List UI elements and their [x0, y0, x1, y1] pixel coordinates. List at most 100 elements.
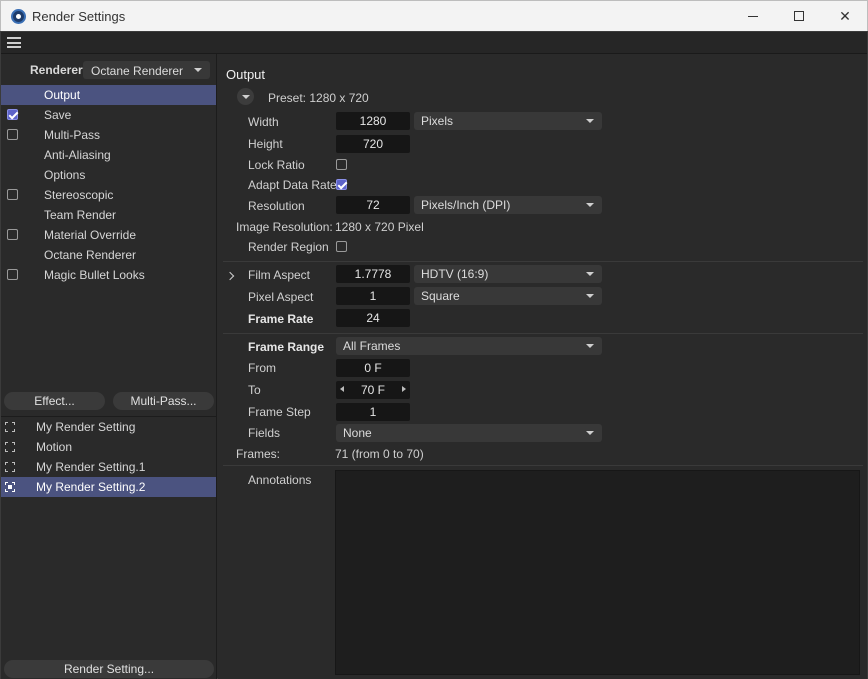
to-input[interactable]: 70 F — [336, 381, 410, 399]
nav-item-label: Octane Renderer — [44, 248, 137, 262]
image-resolution-value: 1280 x 720 Pixel — [335, 220, 424, 234]
frames-value: 71 (from 0 to 70) — [335, 447, 424, 461]
render-setting-item[interactable]: My Render Setting — [1, 417, 216, 437]
chevron-down-icon — [586, 344, 594, 348]
film-aspect-preset: HDTV (16:9) — [421, 267, 489, 281]
minimize-icon — [748, 15, 758, 17]
nav-item-octane-renderer[interactable]: Octane Renderer — [1, 245, 216, 265]
width-label: Width — [248, 115, 279, 129]
height-input[interactable]: 720 — [336, 135, 410, 153]
to-label: To — [248, 383, 261, 397]
close-button[interactable]: ✕ — [822, 1, 868, 31]
adapt-data-rate-checkbox[interactable] — [336, 179, 347, 190]
render-region-checkbox[interactable] — [336, 241, 347, 252]
minimize-button[interactable] — [730, 1, 776, 31]
render-setting-item[interactable]: My Render Setting.1 — [1, 457, 216, 477]
nav-item-multi-pass[interactable]: Multi-Pass — [1, 125, 216, 145]
left-panel: Renderer Octane Renderer Output Save Multi… — [1, 54, 217, 679]
frame-step-label: Frame Step — [248, 405, 311, 419]
chevron-down-icon — [586, 119, 594, 123]
section-title: Output — [226, 67, 266, 82]
fields-label: Fields — [248, 426, 281, 440]
render-region-label: Render Region — [248, 240, 329, 254]
nav-checkbox[interactable] — [7, 129, 18, 140]
hamburger-menu-icon[interactable] — [7, 37, 21, 48]
nav-item-label: Team Render — [44, 208, 117, 222]
multi-pass-button[interactable]: Multi-Pass... — [113, 392, 214, 410]
title-bar: Render Settings ✕ — [0, 0, 868, 31]
frame-range-label: Frame Range — [248, 340, 325, 354]
window-title: Render Settings — [32, 9, 126, 24]
renderer-label: Renderer — [30, 63, 83, 77]
nav-checkbox[interactable] — [7, 189, 18, 200]
divider — [223, 465, 863, 466]
render-setting-label: My Render Setting — [36, 420, 136, 434]
nav-item-label: Options — [44, 168, 86, 182]
resolution-input[interactable]: 72 — [336, 196, 410, 214]
nav-item-label: Multi-Pass — [44, 128, 101, 142]
divider — [223, 333, 863, 334]
pixel-aspect-dropdown[interactable]: Square — [414, 287, 602, 305]
width-unit-value: Pixels — [421, 114, 454, 128]
chevron-down-icon — [586, 272, 594, 276]
render-setting-label: Motion — [36, 440, 73, 454]
lock-ratio-checkbox[interactable] — [336, 159, 347, 170]
render-setting-button[interactable]: Render Setting... — [4, 660, 214, 678]
frame-range-dropdown[interactable]: All Frames — [336, 337, 602, 355]
preset-dropdown-button[interactable] — [237, 88, 254, 105]
nav-item-label: Anti-Aliasing — [44, 148, 111, 162]
maximize-button[interactable] — [776, 1, 822, 31]
nav-item-label: Save — [44, 108, 72, 122]
frame-rate-input[interactable]: 24 — [336, 309, 410, 327]
resolution-unit-dropdown[interactable]: Pixels/Inch (DPI) — [414, 196, 602, 214]
pixel-aspect-preset: Square — [421, 289, 460, 303]
renderer-dropdown[interactable]: Octane Renderer — [83, 61, 210, 79]
nav-item-output[interactable]: Output — [1, 85, 216, 105]
menu-bar — [1, 32, 867, 54]
from-label: From — [248, 361, 276, 375]
height-label: Height — [248, 137, 283, 151]
resolution-label: Resolution — [248, 199, 305, 213]
nav-item-material-override[interactable]: Material Override — [1, 225, 216, 245]
chevron-down-icon — [586, 203, 594, 207]
chevron-down-icon — [586, 294, 594, 298]
to-value: 70 F — [360, 383, 385, 397]
frame-range-value: All Frames — [343, 339, 401, 353]
annotations-textarea[interactable] — [335, 470, 860, 675]
film-aspect-input[interactable]: 1.7778 — [336, 265, 410, 283]
frame-step-input[interactable]: 1 — [336, 403, 410, 421]
render-settings-list: My Render Setting Motion My Render Setting… — [1, 416, 217, 497]
width-unit-dropdown[interactable]: Pixels — [414, 112, 602, 130]
nav-item-label: Stereoscopic — [44, 188, 114, 202]
fields-dropdown[interactable]: None — [336, 424, 602, 442]
nav-checkbox[interactable] — [7, 269, 18, 280]
render-setting-item[interactable]: Motion — [1, 437, 216, 457]
effect-button[interactable]: Effect... — [4, 392, 105, 410]
nav-item-magic-bullet-looks[interactable]: Magic Bullet Looks — [1, 265, 216, 285]
nav-item-options[interactable]: Options — [1, 165, 216, 185]
nav-item-stereoscopic[interactable]: Stereoscopic — [1, 185, 216, 205]
increment-arrow-icon[interactable] — [402, 386, 406, 392]
nav-item-save[interactable]: Save — [1, 105, 216, 125]
chevron-right-icon[interactable] — [225, 271, 235, 281]
film-aspect-dropdown[interactable]: HDTV (16:9) — [414, 265, 602, 283]
resolution-unit-value: Pixels/Inch (DPI) — [421, 198, 511, 212]
render-setting-icon — [5, 422, 15, 432]
nav-item-label: Magic Bullet Looks — [44, 268, 145, 282]
film-aspect-label: Film Aspect — [248, 268, 311, 282]
frames-label: Frames: — [236, 447, 281, 461]
render-settings-app: Renderer Octane Renderer Output Save Multi… — [0, 31, 868, 679]
nav-checkbox[interactable] — [7, 109, 18, 120]
from-input[interactable]: 0 F — [336, 359, 410, 377]
nav-item-team-render[interactable]: Team Render — [1, 205, 216, 225]
annotations-label: Annotations — [248, 473, 312, 487]
render-setting-item[interactable]: My Render Setting.2 — [1, 477, 216, 497]
nav-item-anti-aliasing[interactable]: Anti-Aliasing — [1, 145, 216, 165]
nav-checkbox[interactable] — [7, 229, 18, 240]
nav-item-label: Output — [44, 88, 81, 102]
width-input[interactable]: 1280 — [336, 112, 410, 130]
chevron-down-icon — [194, 68, 202, 72]
nav-item-label: Material Override — [44, 228, 137, 242]
decrement-arrow-icon[interactable] — [340, 386, 344, 392]
pixel-aspect-input[interactable]: 1 — [336, 287, 410, 305]
